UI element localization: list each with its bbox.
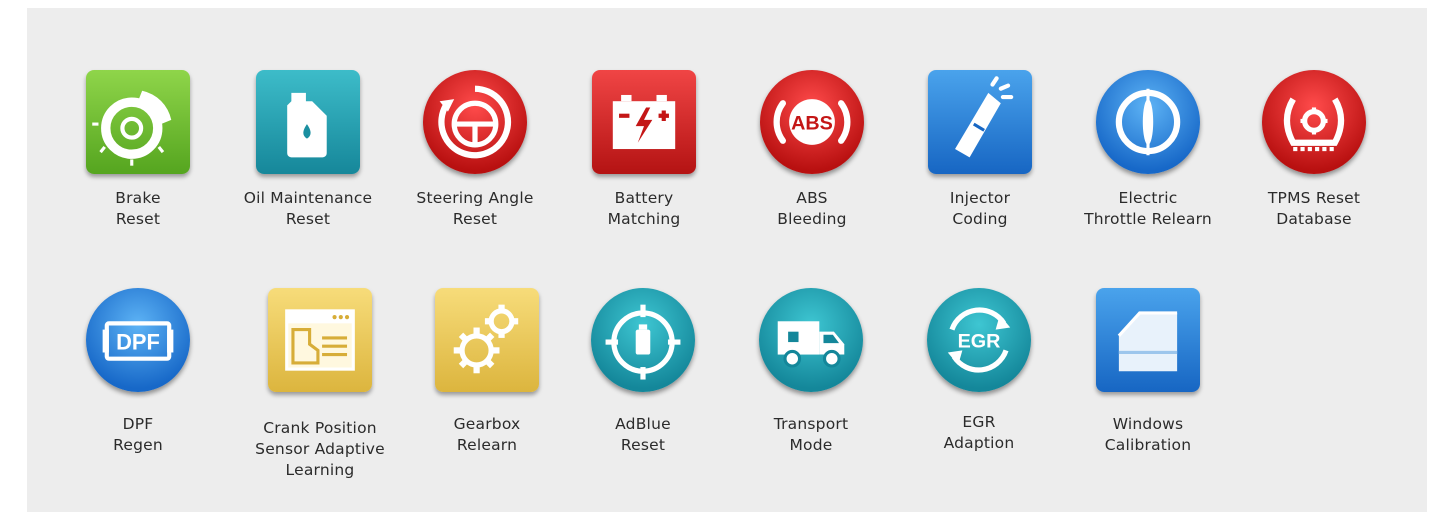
steering-wheel-icon bbox=[423, 70, 527, 174]
dpf-regen-label: DPF Regen bbox=[113, 415, 163, 454]
windows-calibration-label: Windows Calibration bbox=[1104, 415, 1192, 454]
adblue-icon bbox=[591, 288, 695, 392]
steering-angle-reset-label: Steering Angle Reset bbox=[416, 189, 534, 228]
svg-text:DPF: DPF bbox=[116, 329, 160, 354]
crank-position-sensor-adaptive-learning-label: Crank Position Sensor Adaptive Learning bbox=[255, 419, 385, 479]
injector-coding-label: Injector Coding bbox=[949, 189, 1011, 228]
egr-adaption-label: EGR Adaption bbox=[943, 413, 1015, 452]
oil-maintenance-reset-label: Oil Maintenance Reset bbox=[243, 189, 373, 228]
battery-matching-label: Battery Matching bbox=[607, 189, 681, 228]
abs-bleeding-label: ABS Bleeding bbox=[777, 189, 847, 228]
dpf-icon: DPF bbox=[86, 288, 190, 392]
svg-text:ABS: ABS bbox=[791, 112, 833, 134]
abs-icon: ABS bbox=[760, 70, 864, 174]
gears-icon bbox=[435, 288, 539, 392]
brake-reset-label: Brake Reset bbox=[115, 189, 161, 228]
truck-icon bbox=[759, 288, 863, 392]
oil-can-icon bbox=[256, 70, 360, 174]
svg-text:EGR: EGR bbox=[958, 330, 1001, 352]
injector-icon bbox=[928, 70, 1032, 174]
gearbox-relearn-label: Gearbox Relearn bbox=[453, 415, 521, 454]
electric-throttle-relearn-label: Electric Throttle Relearn bbox=[1084, 189, 1212, 228]
car-window-icon bbox=[1096, 288, 1200, 392]
egr-icon: EGR bbox=[927, 288, 1031, 392]
function-panel: Brake Reset Oil Maintenance Reset Steering… bbox=[27, 8, 1427, 512]
crank-sensor-icon bbox=[268, 288, 372, 392]
throttle-icon bbox=[1096, 70, 1200, 174]
tire-pressure-icon bbox=[1262, 70, 1366, 174]
battery-icon bbox=[592, 70, 696, 174]
tpms-reset-database-label: TPMS Reset Database bbox=[1267, 189, 1361, 228]
transport-mode-label: Transport Mode bbox=[773, 415, 849, 454]
brake-disc-icon bbox=[86, 70, 190, 174]
adblue-reset-label: AdBlue Reset bbox=[615, 415, 671, 454]
